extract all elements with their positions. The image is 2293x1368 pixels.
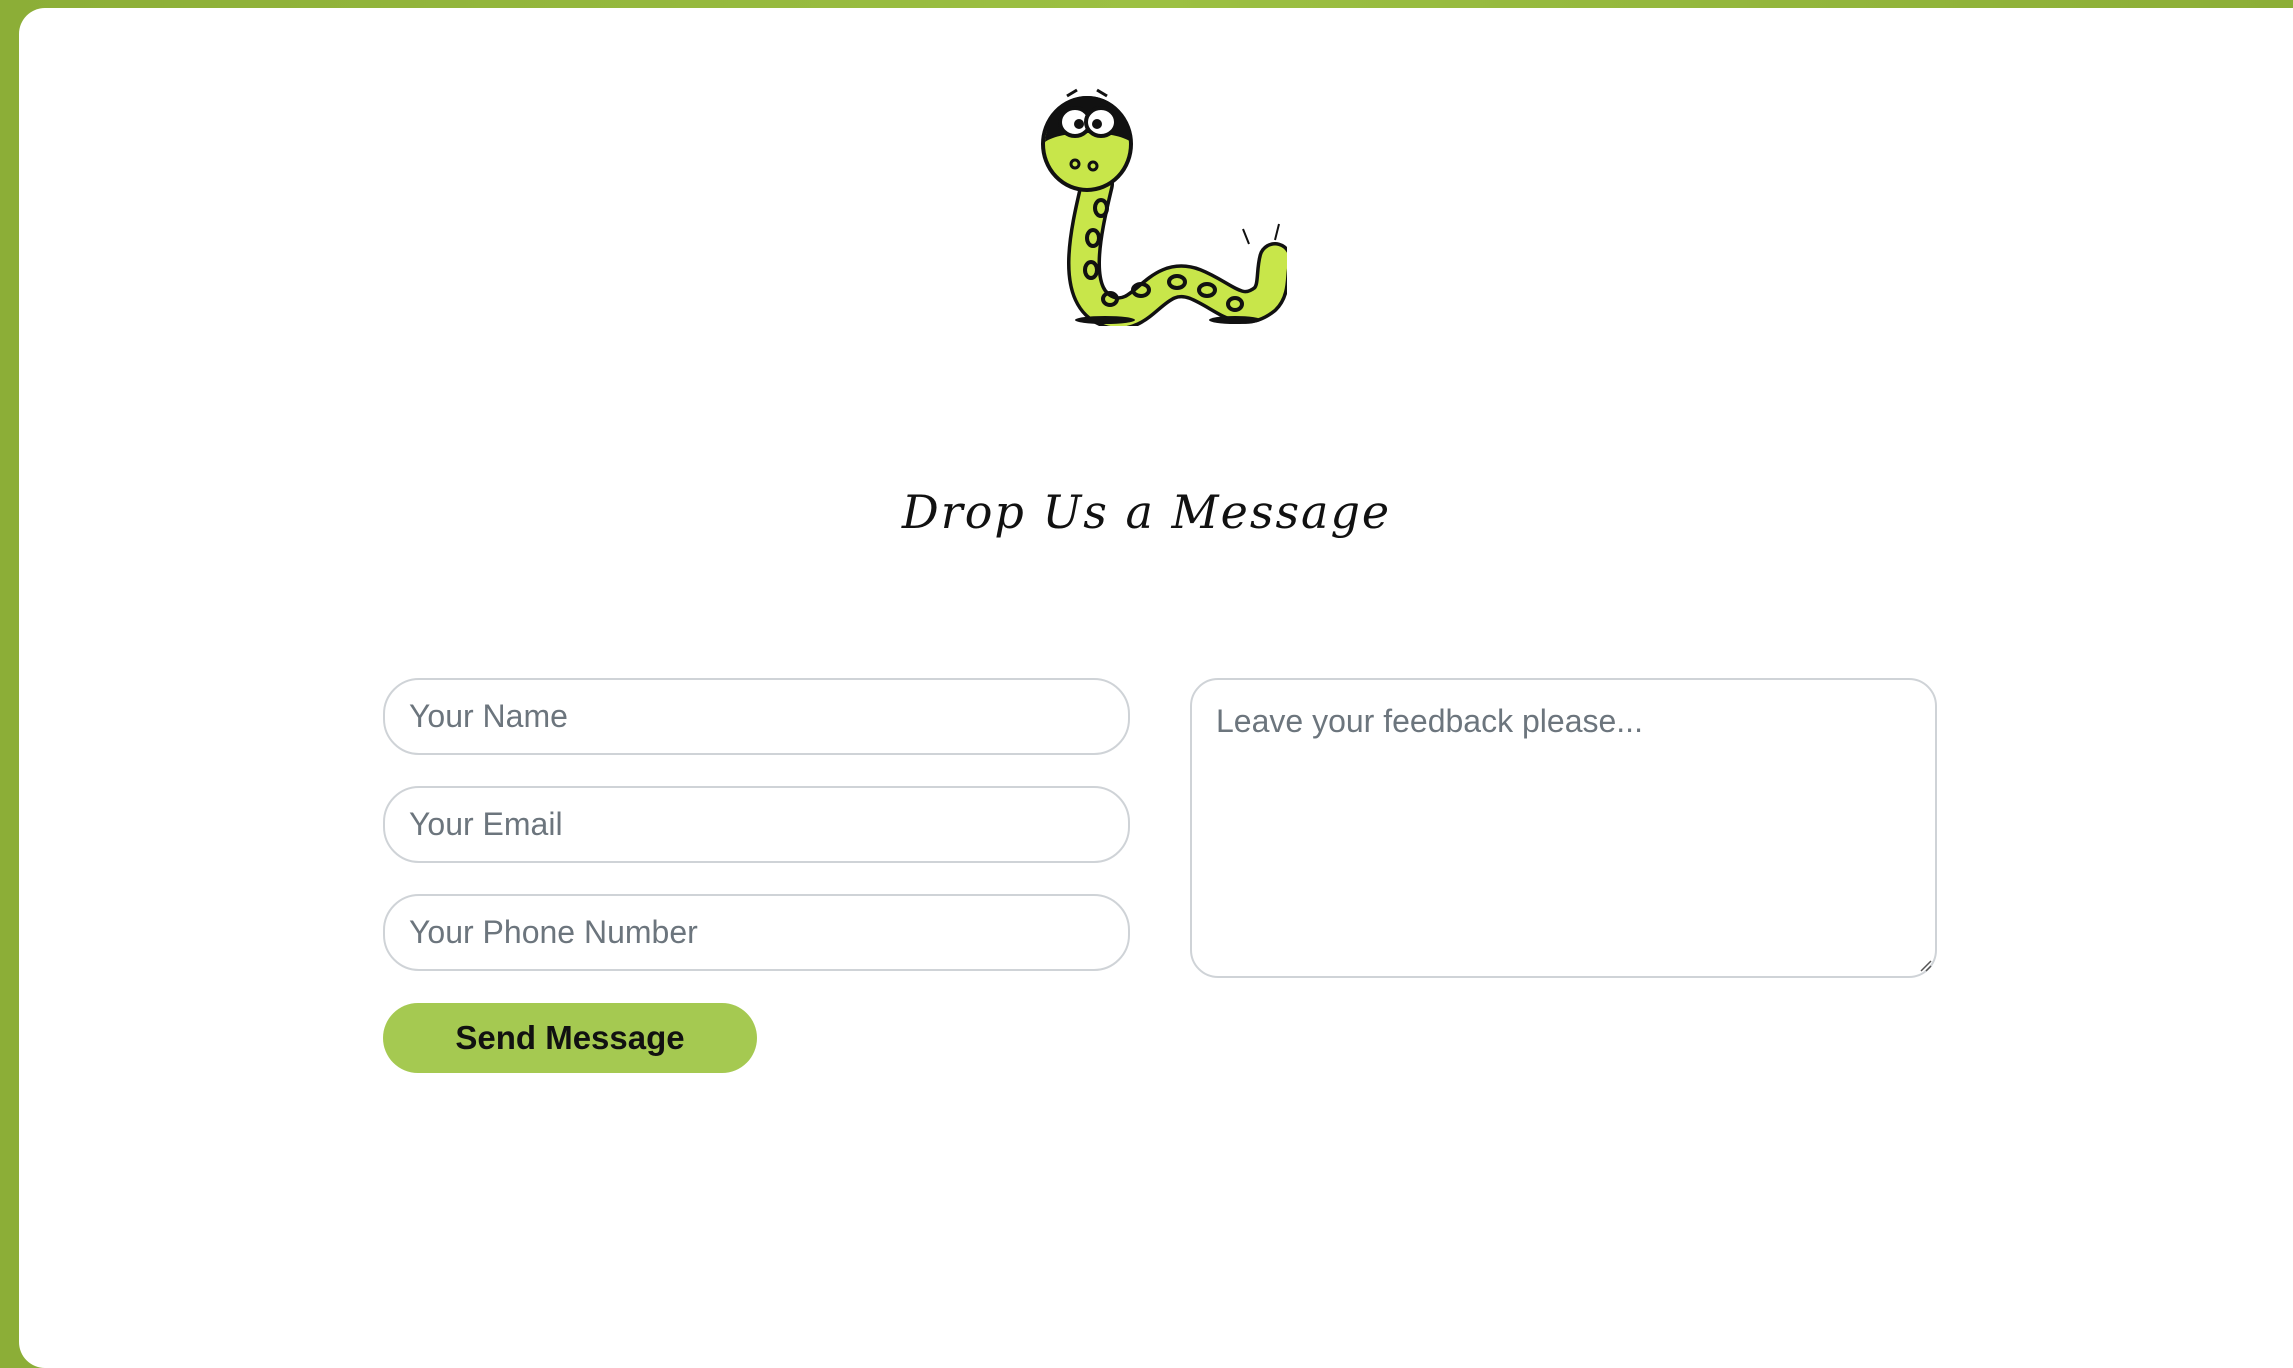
snake-mascot-icon — [1041, 88, 1287, 326]
name-field[interactable] — [383, 678, 1130, 755]
phone-field[interactable] — [383, 894, 1130, 971]
send-message-button[interactable]: Send Message — [383, 1003, 757, 1073]
page-title: Drop Us a Message — [901, 485, 1392, 539]
resize-grip-icon[interactable] — [1918, 958, 1932, 972]
feedback-textarea[interactable] — [1190, 678, 1937, 978]
email-field[interactable] — [383, 786, 1130, 863]
